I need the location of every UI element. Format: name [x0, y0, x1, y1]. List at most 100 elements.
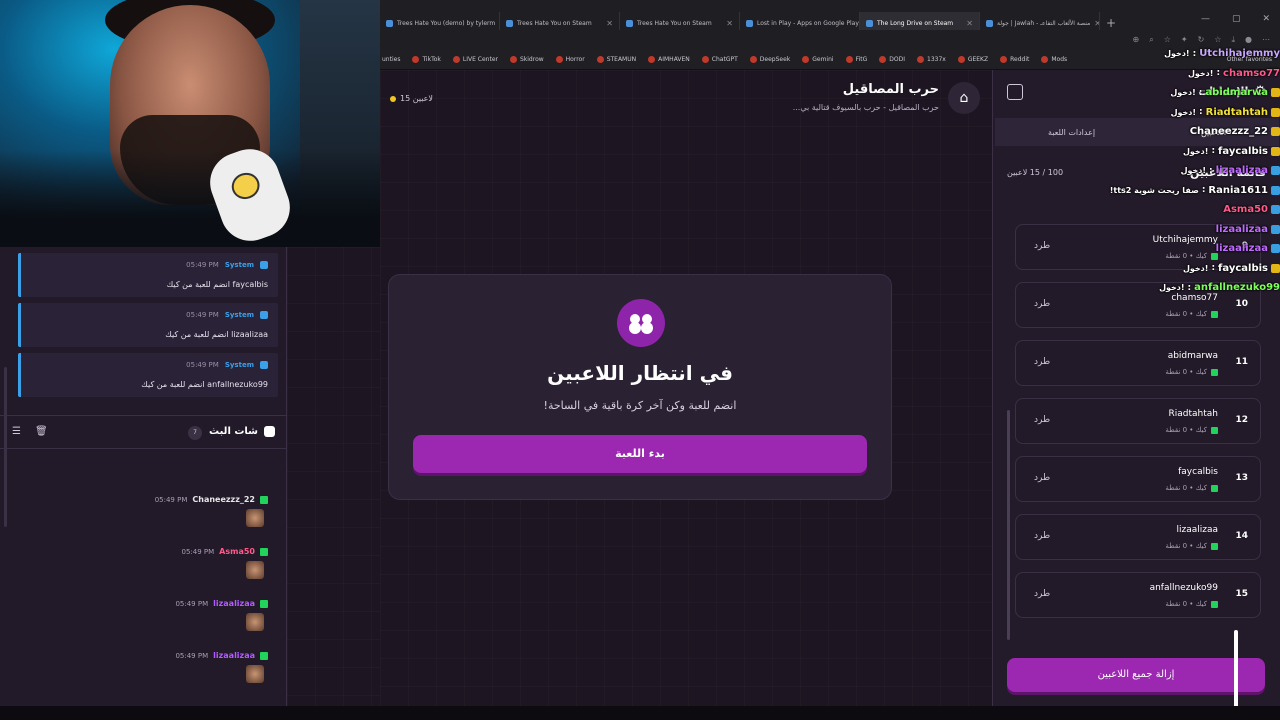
- home-button[interactable]: ⌂: [948, 82, 980, 114]
- player-name: lizaalizaa: [1176, 525, 1218, 535]
- close-tab-icon[interactable]: ✕: [726, 19, 733, 28]
- bookmark-item[interactable]: 1337x: [917, 56, 946, 63]
- bookmark-icon: [749, 56, 757, 63]
- message-time: 05:49 PM: [181, 547, 215, 556]
- bookmark-item[interactable]: DeepSeek: [749, 56, 790, 63]
- bookmark-item[interactable]: AIMHAVEN: [648, 56, 690, 63]
- zoom-icon[interactable]: ⊕: [1133, 35, 1140, 45]
- filter-icon[interactable]: ☰: [12, 426, 21, 437]
- bookmark-item[interactable]: STEAMUN: [596, 56, 636, 63]
- kick-player-button[interactable]: طرد: [1034, 589, 1050, 599]
- bookmark-item[interactable]: DODI: [879, 56, 905, 63]
- bookmark-item[interactable]: GEEKZ: [957, 56, 989, 63]
- collapse-panel-icon[interactable]: [1007, 84, 1023, 100]
- kick-player-button[interactable]: طرد: [1034, 415, 1050, 425]
- minimize-icon[interactable]: —: [1201, 14, 1210, 24]
- favorites-icon[interactable]: ☆: [1214, 35, 1221, 45]
- home-icon: ⌂: [959, 90, 969, 106]
- overlay-message: دخول!: [1170, 88, 1196, 97]
- tab-favicon-icon: [386, 19, 393, 27]
- bookmark-item[interactable]: Mods: [1041, 56, 1067, 63]
- overlay-message: دخول!: [1182, 263, 1209, 273]
- player-number: 13: [1235, 473, 1248, 483]
- overlay-message: دخول!: [1159, 283, 1185, 292]
- message-time: 05:49 PM: [186, 361, 219, 369]
- start-game-button[interactable]: بدء اللعبة: [413, 435, 867, 473]
- overlay-chat-line: دخول!: chamso77: [1188, 68, 1280, 79]
- bookmark-icon: [412, 56, 420, 63]
- tab-title: Trees Hate You on Steam: [517, 19, 592, 27]
- message-author[interactable]: lizaalizaa: [213, 599, 255, 608]
- downloads-icon[interactable]: ⤓: [1231, 35, 1235, 45]
- player-stats: كيك • 0 نقطة: [1165, 484, 1218, 492]
- waiting-title: في انتظار اللاعبين: [547, 361, 733, 385]
- overlay-separator: :: [1198, 87, 1203, 98]
- message-author[interactable]: lizaalizaa: [213, 651, 255, 660]
- bookmark-prefix[interactable]: unties: [382, 56, 400, 63]
- search-icon[interactable]: ⌕: [1149, 35, 1153, 45]
- bookmark-item[interactable]: Horror: [555, 56, 585, 63]
- kick-player-button[interactable]: طرد: [1034, 531, 1050, 541]
- game-subtitle: حرب المصاقيل - حرب بالسيوف قتالية بي...: [792, 103, 939, 112]
- message-text: lizaalizaa انضم للعبة من كيك: [165, 330, 268, 339]
- bookmark-item[interactable]: Skidrow: [509, 56, 544, 63]
- tab-title: Trees Hate You (demo) by tylerm: [397, 19, 496, 27]
- overlay-chat-line: دخول!: abidmarwa: [1170, 87, 1280, 98]
- system-badge-icon: [260, 261, 268, 269]
- chat-tools: ☰ 🗑: [12, 426, 48, 437]
- message-meta: 05:49 PM lizaalizaa: [175, 651, 268, 660]
- bookmark-item[interactable]: Gemini: [802, 56, 834, 63]
- refresh-icon[interactable]: ↻: [1198, 35, 1205, 45]
- overlay-separator: :: [1211, 263, 1216, 273]
- message-author[interactable]: Chaneezzz_22: [192, 495, 255, 504]
- close-window-icon[interactable]: ✕: [1262, 14, 1270, 24]
- bookmark-item[interactable]: Reddit: [1000, 56, 1029, 63]
- message-time: 05:49 PM: [175, 651, 209, 660]
- overlay-separator: :: [1201, 185, 1206, 195]
- menu-icon[interactable]: ⋯: [1262, 35, 1270, 45]
- extensions-icon[interactable]: ✦: [1181, 35, 1188, 45]
- bookmark-label: TikTok: [422, 56, 441, 63]
- players-scrollbar[interactable]: [1007, 410, 1010, 640]
- close-tab-icon[interactable]: ✕: [606, 19, 613, 28]
- overlay-chat-line: دخول!: Riadtahtah: [1171, 107, 1280, 118]
- overlay-chat-line: lizaalizaa: [1216, 243, 1280, 254]
- message-author[interactable]: Asma50: [219, 547, 255, 556]
- subscriber-badge-icon: [1271, 205, 1280, 214]
- bookmark-icon: [957, 56, 965, 63]
- kick-player-button[interactable]: طرد: [1034, 473, 1050, 483]
- bookmark-icon: [648, 56, 656, 63]
- player-row: 14 lizaalizaa كيك • 0 نقطة طرد: [1015, 514, 1261, 560]
- subscriber-badge-icon: [1271, 88, 1280, 97]
- trash-icon[interactable]: 🗑: [35, 426, 48, 437]
- message-time: 05:49 PM: [186, 261, 219, 269]
- remove-all-players-button[interactable]: إزالة جميع اللاعبين: [1007, 658, 1265, 692]
- overlay-username: anfallnezuko99: [1194, 282, 1280, 293]
- stream-chat-overlay: دخول!: Utchihajemmy دخول!: chamso77 دخول!: ab…: [1070, 48, 1280, 293]
- bookmark-item[interactable]: FitG: [845, 56, 867, 63]
- bookmark-icon: [802, 56, 810, 63]
- kick-player-button[interactable]: طرد: [1034, 241, 1050, 251]
- profile-icon[interactable]: ●: [1245, 35, 1252, 45]
- overlay-separator: :: [1199, 107, 1203, 117]
- overlay-username: chamso77: [1223, 67, 1280, 79]
- kick-icon: [260, 547, 268, 556]
- kick-icon: [1211, 542, 1218, 550]
- kick-icon: [260, 599, 268, 608]
- bookmark-item[interactable]: LIVE Center: [452, 56, 498, 63]
- tab-favicon-icon: [986, 19, 993, 27]
- bookmark-icon: [1000, 56, 1008, 63]
- tab-favicon-icon: [866, 19, 873, 27]
- kick-player-button[interactable]: طرد: [1034, 357, 1050, 367]
- bookmark-item[interactable]: TikTok: [412, 56, 441, 63]
- close-tab-icon[interactable]: ✕: [966, 19, 973, 28]
- overlay-username: faycalbis: [1218, 145, 1268, 157]
- maximize-icon[interactable]: ▢: [1232, 14, 1241, 24]
- message-time: 05:49 PM: [186, 311, 219, 319]
- message-text: anfallnezuko99 انضم للعبة من كيك: [141, 380, 268, 389]
- bookmark-label: GEEKZ: [967, 56, 989, 63]
- kick-player-button[interactable]: طرد: [1034, 299, 1050, 309]
- overlay-chat-line: دخول!: lizaalizaa: [1181, 165, 1280, 176]
- star-icon[interactable]: ☆: [1164, 35, 1171, 45]
- bookmark-item[interactable]: ChatGPT: [701, 56, 738, 63]
